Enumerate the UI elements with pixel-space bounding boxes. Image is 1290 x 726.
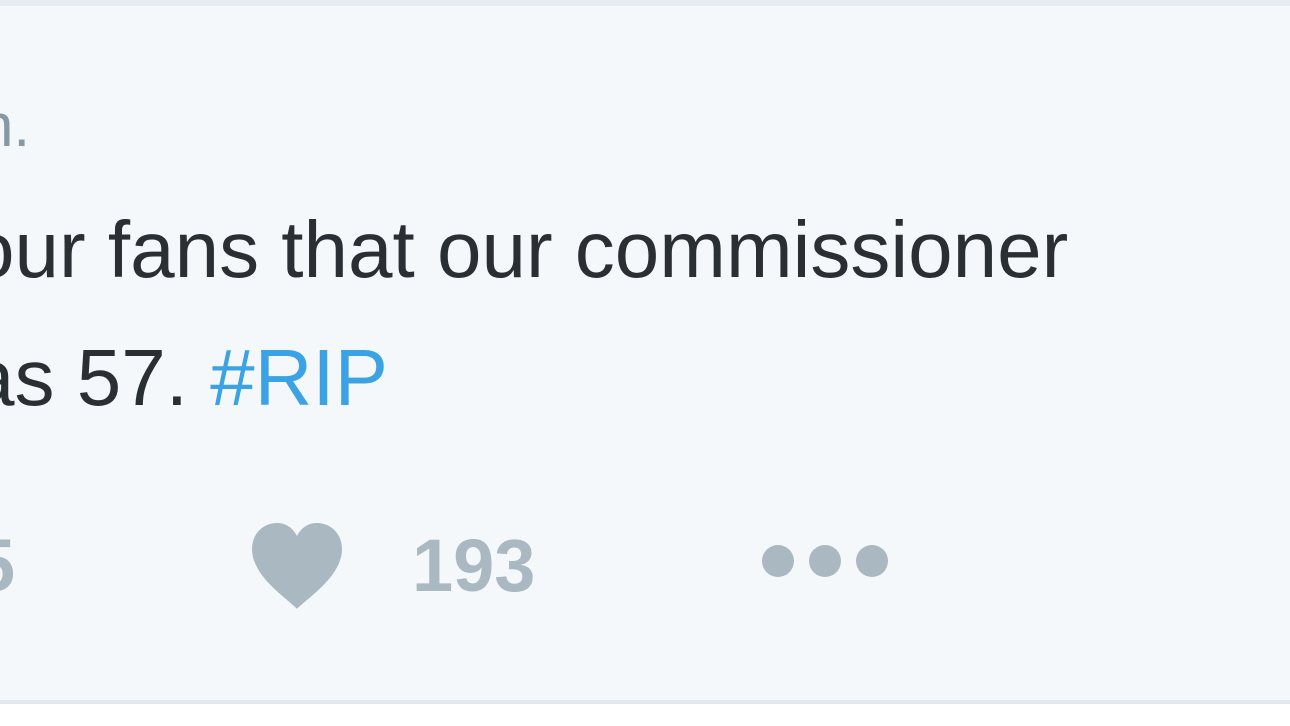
- tweet-header-fragment: n.: [0, 92, 31, 159]
- tweet-text-line-1: our fans that our commissioner: [0, 205, 1069, 294]
- tweet-text: our fans that our commissioner as 57. #R…: [0, 210, 1068, 458]
- tweet-card: n. our fans that our commissioner as 57.…: [0, 0, 1290, 726]
- below-card-area: [0, 704, 1290, 726]
- tweet-text-line-2-prefix: as 57.: [0, 333, 188, 422]
- tweet-actions: 5 193: [0, 505, 1290, 615]
- tweet-text-line-2: as 57. #RIP: [0, 338, 1068, 458]
- heart-icon[interactable]: [248, 519, 346, 611]
- more-dots-icon[interactable]: [758, 541, 892, 581]
- retweet-count[interactable]: 5: [0, 529, 15, 603]
- hashtag-link[interactable]: #RIP: [210, 333, 388, 422]
- top-divider: [0, 0, 1290, 6]
- like-count[interactable]: 193: [412, 529, 535, 603]
